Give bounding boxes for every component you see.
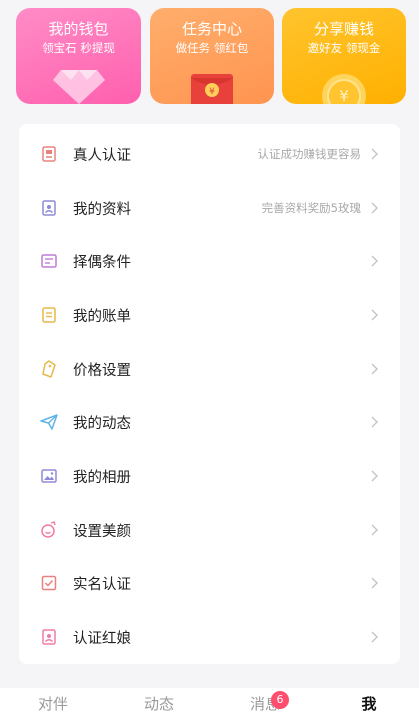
menu-item-label: 认证红娘 <box>73 630 131 647</box>
menu-item-real-name-verification[interactable]: 实名认证 <box>19 556 400 610</box>
tab-partner[interactable]: 对伴 <box>30 688 76 722</box>
wallet-card[interactable]: 我的钱包 领宝石 秒提现 <box>16 8 141 104</box>
menu-item-label: 真人认证 <box>73 147 131 164</box>
menu-item-partner-criteria[interactable]: 择偶条件 <box>19 234 400 288</box>
menu-item-label: 择偶条件 <box>73 254 131 271</box>
coin-icon: ¥ <box>322 74 366 104</box>
task-card-title: 任务中心 <box>181 20 242 38</box>
chevron-right-icon <box>371 470 378 482</box>
share-card-title: 分享赚钱 <box>313 20 374 38</box>
price-tag-icon <box>40 360 58 378</box>
chevron-right-icon <box>371 524 378 536</box>
menu-item-label: 我的资料 <box>73 201 131 218</box>
share-card[interactable]: 分享赚钱 邀好友 领现金 ¥ <box>282 8 406 104</box>
profile-icon <box>40 199 58 217</box>
beauty-icon <box>40 521 58 539</box>
id-card-icon <box>40 145 58 163</box>
diamond-icon <box>52 70 105 104</box>
matchmaker-icon <box>40 628 58 646</box>
svg-text:¥: ¥ <box>209 87 215 97</box>
svg-text:¥: ¥ <box>339 87 349 104</box>
bottom-tab-bar: 对伴 动态 消息 我 <box>0 688 419 722</box>
menu-item-my-album[interactable]: 我的相册 <box>19 449 400 503</box>
chevron-right-icon <box>371 363 378 375</box>
messages-unread-badge: 6 <box>271 691 289 709</box>
chevron-right-icon <box>371 255 378 267</box>
menu-item-my-bills[interactable]: 我的账单 <box>19 288 400 342</box>
wallet-card-subtitle: 领宝石 秒提现 <box>42 41 115 55</box>
menu-item-hint: 认证成功赚钱更容易 <box>257 147 362 161</box>
chevron-right-icon <box>371 202 378 214</box>
menu-item-real-person-verification[interactable]: 真人认证 认证成功赚钱更容易 <box>19 127 400 181</box>
menu-item-my-moments[interactable]: 我的动态 <box>19 395 400 449</box>
wallet-card-title: 我的钱包 <box>48 20 109 38</box>
menu-item-label: 实名认证 <box>73 576 131 593</box>
chevron-right-icon <box>371 148 378 160</box>
menu-item-my-profile[interactable]: 我的资料 完善资料奖励5玫瑰 <box>19 181 400 235</box>
menu-item-beauty-settings[interactable]: 设置美颜 <box>19 503 400 557</box>
chevron-right-icon <box>371 416 378 428</box>
menu-item-label: 我的账单 <box>73 308 131 325</box>
menu-item-label: 设置美颜 <box>73 523 131 540</box>
menu-item-label: 我的相册 <box>73 469 131 486</box>
menu-item-hint: 完善资料奖励5玫瑰 <box>261 201 361 215</box>
task-card[interactable]: 任务中心 做任务 领红包 ¥ <box>150 8 274 104</box>
tab-me[interactable]: 我 <box>354 688 384 722</box>
tab-moments[interactable]: 动态 <box>138 688 180 722</box>
verified-icon <box>40 574 58 592</box>
photo-icon <box>40 467 58 485</box>
menu-list: 真人认证 认证成功赚钱更容易 我的资料 完善资料奖励5玫瑰 择偶条件 我的账单 … <box>19 124 400 664</box>
menu-item-label: 价格设置 <box>73 362 131 379</box>
red-envelope-icon: ¥ <box>191 74 233 104</box>
menu-item-price-settings[interactable]: 价格设置 <box>19 342 400 396</box>
chevron-right-icon <box>371 631 378 643</box>
task-card-subtitle: 做任务 领红包 <box>175 41 249 55</box>
chevron-right-icon <box>371 577 378 589</box>
preferences-icon <box>40 252 58 270</box>
share-card-subtitle: 邀好友 领现金 <box>307 41 381 55</box>
bill-icon <box>40 306 58 324</box>
menu-item-label: 我的动态 <box>73 415 131 432</box>
menu-item-certified-matchmaker[interactable]: 认证红娘 <box>19 610 400 664</box>
feature-cards: 我的钱包 领宝石 秒提现 任务中心 做任务 领红包 ¥ 分享赚钱 邀好友 领现金… <box>0 0 419 112</box>
chevron-right-icon <box>371 309 378 321</box>
paper-plane-icon <box>40 413 58 431</box>
